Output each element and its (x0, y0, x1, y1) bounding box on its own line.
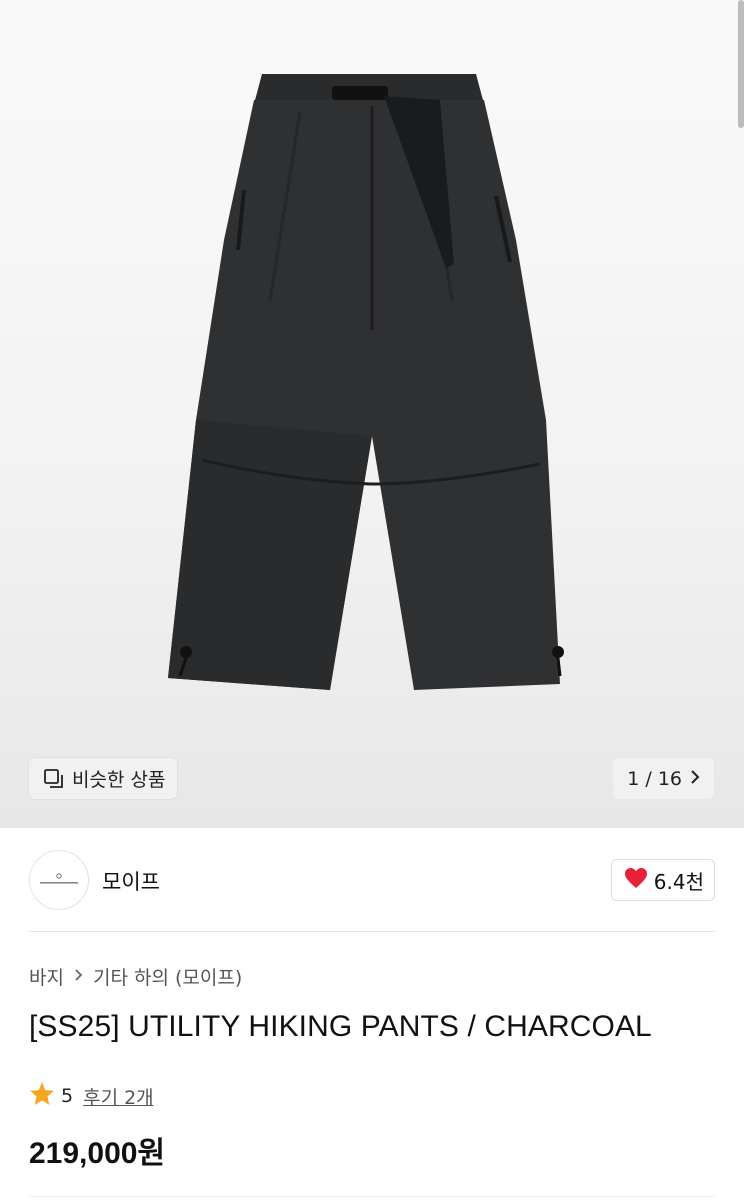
copy-stack-icon (43, 768, 65, 790)
brand-logo[interactable] (29, 850, 89, 910)
similar-products-label: 비슷한 상품 (72, 769, 166, 791)
similar-products-button[interactable]: 비슷한 상품 (29, 758, 178, 799)
breadcrumb: 바지 기타 하의 (모이프) (29, 963, 242, 990)
like-count: 6.4천 (653, 869, 704, 894)
breadcrumb-level1[interactable]: 바지 (29, 963, 64, 990)
product-title: [SS25] UTILITY HIKING PANTS / CHARCOAL (29, 1010, 652, 1043)
rating-value: 5 (61, 1085, 74, 1107)
pager-label: 1 / 16 (627, 767, 682, 790)
star-icon (29, 1081, 55, 1111)
chevron-right-icon (690, 768, 700, 790)
breadcrumb-level2[interactable]: 기타 하의 (모이프) (93, 963, 242, 990)
scrollbar-indicator[interactable] (738, 0, 744, 128)
review-count-link[interactable]: 후기 2개 (83, 1083, 154, 1110)
product-photo-pants (168, 74, 564, 690)
divider (29, 1196, 715, 1197)
brand-name[interactable]: 모이프 (102, 866, 160, 896)
brand-row: 모이프 6.4천 (29, 850, 715, 910)
like-button[interactable]: 6.4천 (610, 859, 715, 901)
product-price: 219,000원 (29, 1137, 166, 1170)
product-image-gallery[interactable]: 비슷한 상품 1 / 16 (0, 0, 744, 828)
chevron-right-icon (74, 967, 83, 987)
image-pager[interactable]: 1 / 16 (613, 758, 714, 799)
heart-icon (624, 867, 648, 894)
rating-row: 5 후기 2개 (29, 1081, 154, 1111)
divider (29, 931, 715, 932)
